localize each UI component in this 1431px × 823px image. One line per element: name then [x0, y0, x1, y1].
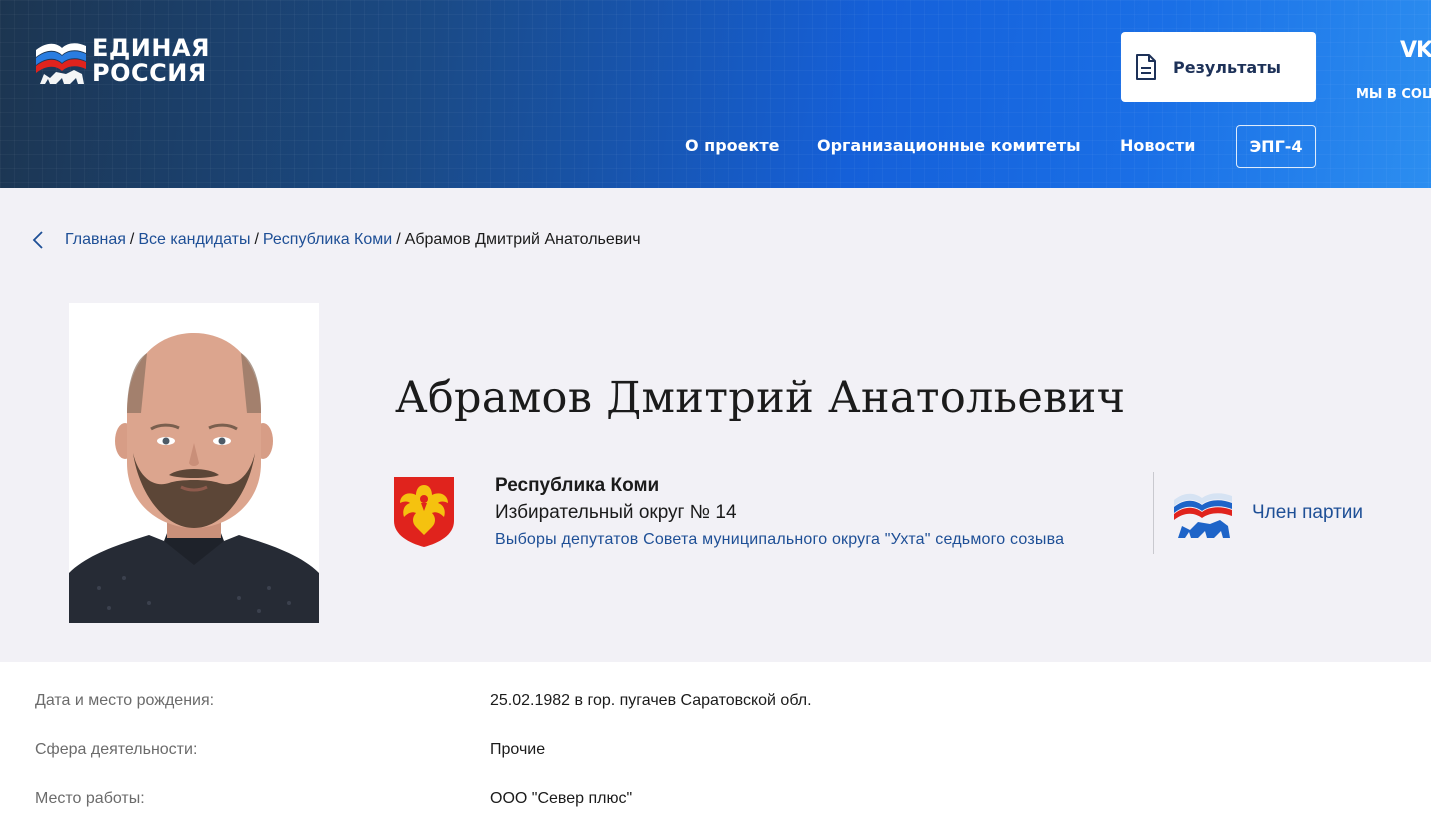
detail-row-workplace: Место работы: ООО "Север плюс" — [0, 790, 1431, 810]
party-status[interactable]: Член партии — [1252, 502, 1363, 524]
document-icon — [1136, 54, 1156, 80]
breadcrumb-separator: / — [254, 231, 259, 248]
logo-wordmark: ЕДИНАЯ РОССИЯ — [92, 34, 210, 87]
detail-value: 25.02.1982 в гор. пугачев Саратовской об… — [490, 692, 812, 709]
candidate-portrait-image — [69, 303, 319, 623]
main-nav: О проекте Организационные комитеты Новос… — [0, 125, 1431, 168]
breadcrumb-region[interactable]: Республика Коми — [263, 231, 392, 249]
vk-icon[interactable]: VK — [1400, 38, 1431, 63]
breadcrumb-separator: / — [396, 231, 401, 248]
breadcrumb-all-candidates[interactable]: Все кандидаты — [138, 231, 250, 249]
bear-flag-logo-icon — [36, 43, 86, 84]
detail-value: Прочие — [490, 741, 546, 758]
breadcrumb-current: Абрамов Дмитрий Анатольевич — [404, 231, 641, 248]
results-button-label: Результаты — [1173, 57, 1281, 77]
nav-news[interactable]: Новости — [1120, 136, 1195, 155]
breadcrumb: Главная / Все кандидаты / Республика Ком… — [32, 231, 641, 249]
election-link[interactable]: Выборы депутатов Совета муниципального о… — [495, 531, 1064, 549]
candidate-photo — [69, 303, 319, 623]
nav-epg-button[interactable]: ЭПГ-4 — [1236, 125, 1316, 168]
nav-committees[interactable]: Организационные комитеты — [817, 136, 1081, 155]
breadcrumb-separator: / — [129, 231, 135, 248]
breadcrumb-home[interactable]: Главная — [65, 231, 126, 249]
candidate-details: Дата и место рождения: 25.02.1982 в гор.… — [0, 662, 1431, 823]
detail-label: Дата и место рождения: — [35, 692, 215, 709]
candidate-name: Абрамов Дмитрий Анатольевич — [395, 373, 1126, 423]
region-name: Республика Коми — [495, 475, 660, 496]
detail-value: ООО "Север плюс" — [490, 790, 633, 807]
site-header: ЕДИНАЯ РОССИЯ Результаты VK МЫ В СОЦ О п… — [0, 0, 1431, 188]
region-coat-of-arms-icon — [394, 477, 454, 547]
region-info: Республика Коми Избирательный округ № 14… — [495, 475, 1064, 549]
vertical-divider — [1153, 472, 1154, 554]
site-logo[interactable]: ЕДИНАЯ РОССИЯ — [34, 36, 224, 88]
electoral-district: Избирательный округ № 14 — [495, 502, 737, 523]
social-label: МЫ В СОЦ — [1356, 87, 1431, 102]
results-button[interactable]: Результаты — [1121, 32, 1316, 102]
detail-label: Место работы: — [35, 790, 145, 807]
detail-row-activity: Сфера деятельности: Прочие — [0, 741, 1431, 761]
detail-label: Сфера деятельности: — [35, 741, 198, 758]
party-bear-logo-icon — [1174, 493, 1232, 538]
nav-about[interactable]: О проекте — [685, 136, 780, 155]
chevron-left-icon[interactable] — [32, 231, 44, 249]
detail-row-birth: Дата и место рождения: 25.02.1982 в гор.… — [0, 692, 1431, 712]
